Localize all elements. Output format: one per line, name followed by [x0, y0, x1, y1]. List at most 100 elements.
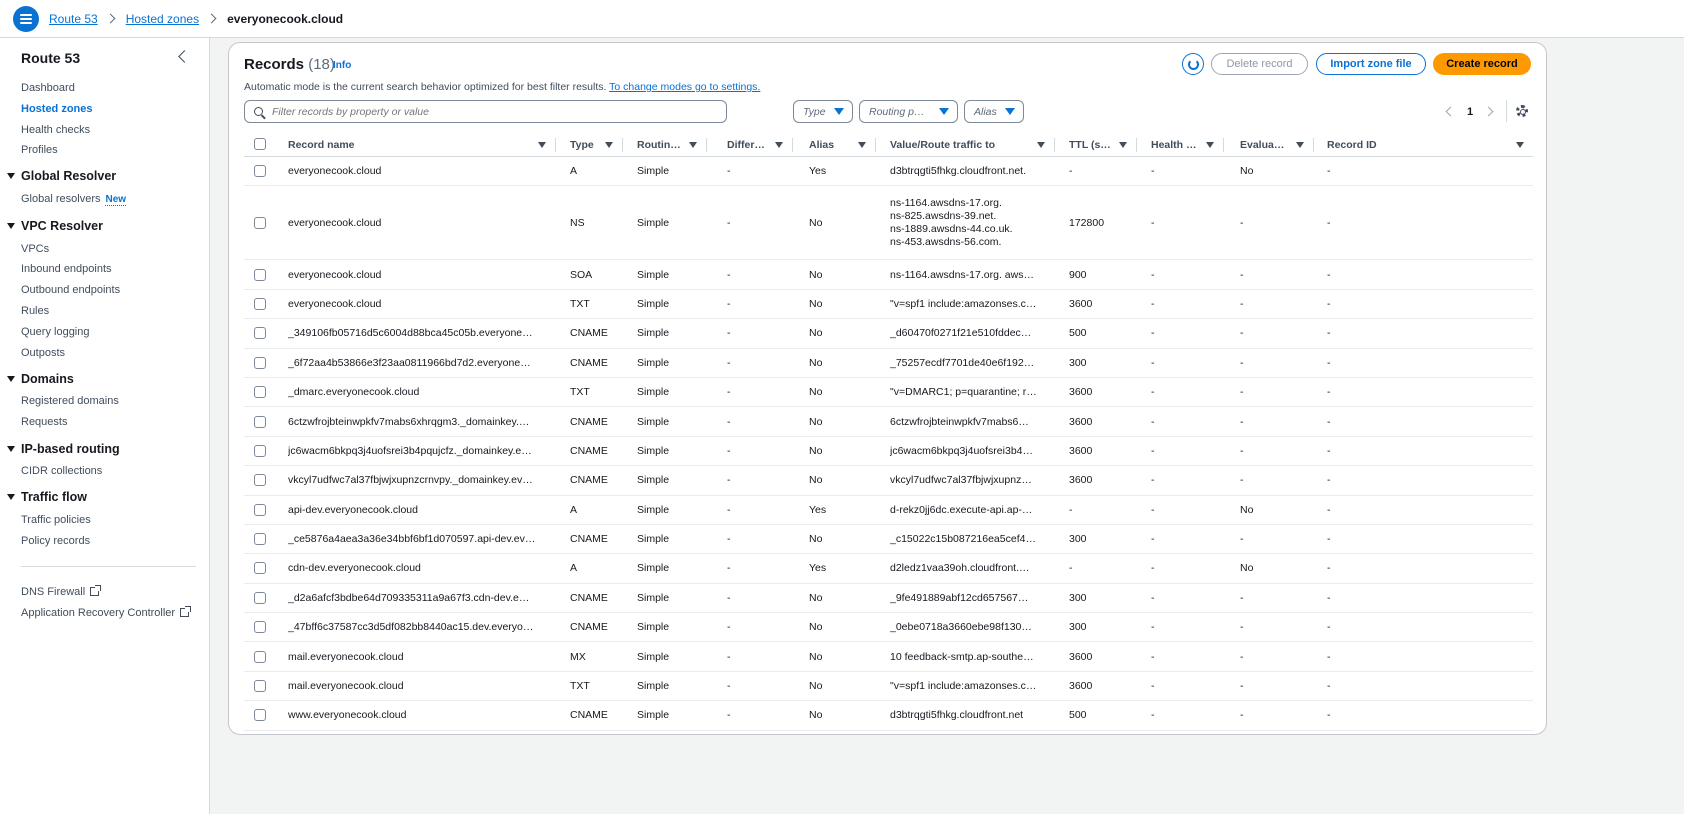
column-header-type[interactable]: Type — [570, 132, 615, 157]
table-row[interactable]: _47bff6c37587cc3d5df082bb8440ac15.dev.ev… — [244, 613, 1533, 643]
row-checkbox[interactable] — [254, 165, 266, 178]
section-ip-based-routing[interactable]: IP-based routing — [7, 442, 120, 456]
table-row[interactable]: api-dev.everyonecook.cloud A Simple - Yes d-r… — [244, 496, 1533, 525]
sidebar-item-hosted-zones[interactable]: Hosted zones — [21, 103, 93, 115]
row-checkbox[interactable] — [254, 268, 266, 281]
sort-icon[interactable] — [858, 141, 866, 148]
gear-icon[interactable] — [1516, 105, 1528, 117]
row-checkbox[interactable] — [254, 216, 266, 229]
sidebar-item-dashboard[interactable]: Dashboard — [21, 82, 75, 94]
row-checkbox[interactable] — [254, 562, 266, 575]
select-all-checkbox[interactable] — [254, 138, 266, 150]
row-checkbox[interactable] — [254, 533, 266, 546]
column-resize-handle[interactable] — [555, 138, 556, 152]
sort-icon[interactable] — [538, 141, 546, 148]
table-row[interactable]: _d2a6afcf3bdbe64d709335311a9a67f3.cdn-de… — [244, 584, 1533, 614]
delete-record-button[interactable]: Delete record — [1211, 53, 1308, 75]
table-row[interactable]: mail.everyonecook.cloud MX Simple - No 10 fee… — [244, 642, 1533, 672]
sidebar-item-registered-domains[interactable]: Registered domains — [21, 395, 119, 407]
create-record-button[interactable]: Create record — [1433, 53, 1531, 75]
table-row[interactable]: everyonecook.cloud TXT Simple - No "v=spf1 in… — [244, 290, 1533, 320]
table-row[interactable]: everyonecook.cloud A Simple - Yes d3btrqgti5f… — [244, 157, 1533, 187]
sidebar-item-traffic-policies[interactable]: Traffic policies — [21, 514, 91, 526]
sidebar-item-requests[interactable]: Requests — [21, 416, 67, 428]
table-row[interactable]: mail.everyonecook.cloud TXT Simple - No "v=sp… — [244, 672, 1533, 702]
sidebar-item-outbound-endpoints[interactable]: Outbound endpoints — [21, 284, 120, 296]
sidebar-item-vpcs[interactable]: VPCs — [21, 243, 49, 255]
refresh-button[interactable] — [1182, 53, 1204, 75]
row-checkbox[interactable] — [254, 680, 266, 693]
column-resize-handle[interactable] — [1223, 138, 1224, 152]
table-row[interactable]: _ce5876a4aea3a36e34bbf6bf1d070597.api-de… — [244, 525, 1533, 555]
sort-icon[interactable] — [605, 141, 613, 148]
sort-icon[interactable] — [1037, 141, 1045, 148]
table-row[interactable]: 6ctzwfrojbteinwpkfv7mabs6xhrqgm3._domain… — [244, 407, 1533, 437]
column-resize-handle[interactable] — [875, 138, 876, 152]
column-header-record-id[interactable]: Record ID — [1327, 132, 1526, 157]
breadcrumb-hosted-zones[interactable]: Hosted zones — [126, 12, 199, 26]
column-header-health-check[interactable]: Health … — [1151, 132, 1216, 157]
sidebar-item-profiles[interactable]: Profiles — [21, 144, 58, 156]
column-resize-handle[interactable] — [1136, 138, 1137, 152]
row-checkbox[interactable] — [254, 503, 266, 516]
column-header-differentiator[interactable]: Differ… — [727, 132, 785, 157]
table-row[interactable]: vkcyl7udfwc7al37fbjwjxupnzcrnvpy._domain… — [244, 466, 1533, 496]
sidebar-item-application-recovery-controller[interactable]: Application Recovery Controller — [21, 606, 192, 619]
table-row[interactable]: _349106fb05716d5c6004d88bca45c05b.everyo… — [244, 319, 1533, 349]
column-header-alias[interactable]: Alias — [809, 132, 868, 157]
breadcrumb-route53[interactable]: Route 53 — [49, 12, 98, 26]
table-row[interactable]: www.everyonecook.cloud CNAME Simple - No d3bt… — [244, 701, 1533, 731]
sort-icon[interactable] — [689, 141, 697, 148]
sidebar-item-rules[interactable]: Rules — [21, 305, 49, 317]
settings-link[interactable]: To change modes go to settings. — [609, 81, 760, 93]
table-row[interactable]: everyonecook.cloud NS Simple - No ns-1164.aws… — [244, 186, 1533, 261]
table-row[interactable]: cdn-dev.everyonecook.cloud A Simple - Yes d2l… — [244, 554, 1533, 584]
column-header-ttl[interactable]: TTL (s… — [1069, 132, 1129, 157]
section-vpc-resolver[interactable]: VPC Resolver — [7, 219, 103, 233]
filter-records-input[interactable] — [272, 105, 712, 118]
section-domains[interactable]: Domains — [7, 372, 74, 386]
sort-icon[interactable] — [1296, 141, 1304, 148]
column-header-value[interactable]: Value/Route traffic to — [890, 132, 1047, 157]
column-resize-handle[interactable] — [622, 138, 623, 152]
current-page-number[interactable]: 1 — [1467, 106, 1473, 118]
row-checkbox[interactable] — [254, 415, 266, 428]
sidebar-item-inbound-endpoints[interactable]: Inbound endpoints — [21, 263, 112, 275]
info-link[interactable]: Info — [333, 60, 351, 71]
row-checkbox[interactable] — [254, 709, 266, 722]
sidebar-item-dns-firewall[interactable]: DNS Firewall — [21, 585, 102, 598]
row-checkbox[interactable] — [254, 327, 266, 340]
filter-records-field[interactable] — [244, 100, 727, 123]
alias-filter-select[interactable]: Alias — [964, 100, 1024, 123]
sidebar-item-query-logging[interactable]: Query logging — [21, 326, 90, 338]
column-header-routing-policy[interactable]: Routin… — [637, 132, 699, 157]
row-checkbox[interactable] — [254, 444, 266, 457]
sidebar-item-health-checks[interactable]: Health checks — [21, 124, 90, 136]
row-checkbox[interactable] — [254, 386, 266, 399]
menu-icon[interactable] — [13, 5, 39, 32]
sort-icon[interactable] — [1516, 141, 1524, 148]
row-checkbox[interactable] — [254, 474, 266, 487]
section-global-resolver[interactable]: Global Resolver — [7, 169, 116, 183]
table-row[interactable]: _6f72aa4b53866e3f23aa0811966bd7d2.everyo… — [244, 349, 1533, 378]
column-resize-handle[interactable] — [792, 138, 793, 152]
sidebar-item-cidr-collections[interactable]: CIDR collections — [21, 465, 102, 477]
column-resize-handle[interactable] — [706, 138, 707, 152]
sidebar-item-outposts[interactable]: Outposts — [21, 347, 65, 359]
type-filter-select[interactable]: Type — [793, 100, 853, 123]
row-checkbox[interactable] — [254, 356, 266, 369]
sort-icon[interactable] — [1206, 141, 1214, 148]
import-zone-file-button[interactable]: Import zone file — [1316, 53, 1426, 75]
column-resize-handle[interactable] — [1313, 138, 1314, 152]
row-checkbox[interactable] — [254, 591, 266, 604]
sort-icon[interactable] — [1119, 141, 1127, 148]
sort-icon[interactable] — [775, 141, 783, 148]
column-header-evaluate-health[interactable]: Evalua… — [1240, 132, 1306, 157]
routing-policy-filter-select[interactable]: Routing p… — [859, 100, 958, 123]
row-checkbox[interactable] — [254, 297, 266, 310]
table-row[interactable]: jc6wacm6bkpq3j4uofsrei3b4pqujcfz._domain… — [244, 437, 1533, 467]
column-header-record-name[interactable]: Record name — [288, 132, 548, 157]
row-checkbox[interactable] — [254, 621, 266, 634]
next-page-icon[interactable] — [1483, 106, 1494, 117]
row-checkbox[interactable] — [254, 650, 266, 663]
